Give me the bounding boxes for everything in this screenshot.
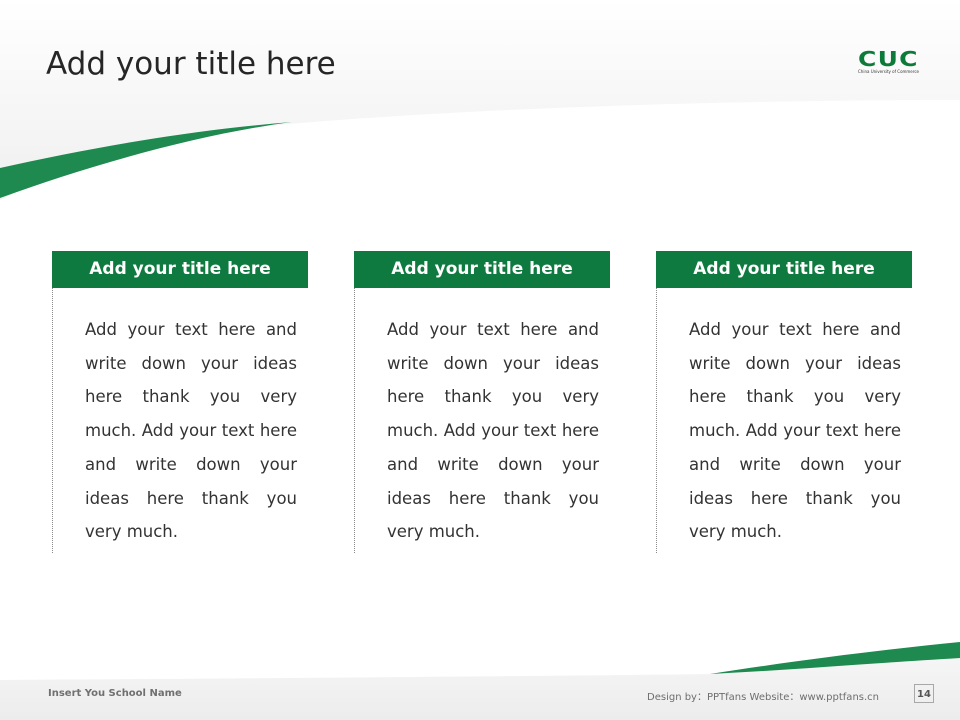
content-card: Add your title here Add your text here a… — [656, 251, 912, 553]
card-dotted-divider — [354, 288, 355, 553]
card-body-text: Add your text here and write down your i… — [85, 320, 297, 542]
design-credit: Design by：PPTfans Website：www.pptfans.cn — [647, 692, 880, 703]
logo-wordmark: CUC — [858, 47, 919, 71]
slide-title: Add your title here — [46, 46, 336, 82]
card-body-text: Add your text here and write down your i… — [387, 320, 599, 542]
content-card: Add your title here Add your text here a… — [354, 251, 610, 553]
content-card: Add your title here Add your text here a… — [52, 251, 308, 553]
school-name: Insert You School Name — [48, 688, 182, 699]
card-title: Add your title here — [656, 251, 912, 288]
footer-background — [0, 642, 960, 720]
card-dotted-divider — [52, 288, 53, 553]
card-title: Add your title here — [52, 251, 308, 288]
header-gray-band — [0, 0, 960, 200]
card-body-text: Add your text here and write down your i… — [689, 320, 901, 542]
card-title: Add your title here — [354, 251, 610, 288]
header-background — [0, 0, 960, 200]
university-logo: CUC China University of Commerce — [858, 49, 928, 80]
card-dotted-divider — [656, 288, 657, 553]
page-number: 14 — [914, 684, 934, 703]
